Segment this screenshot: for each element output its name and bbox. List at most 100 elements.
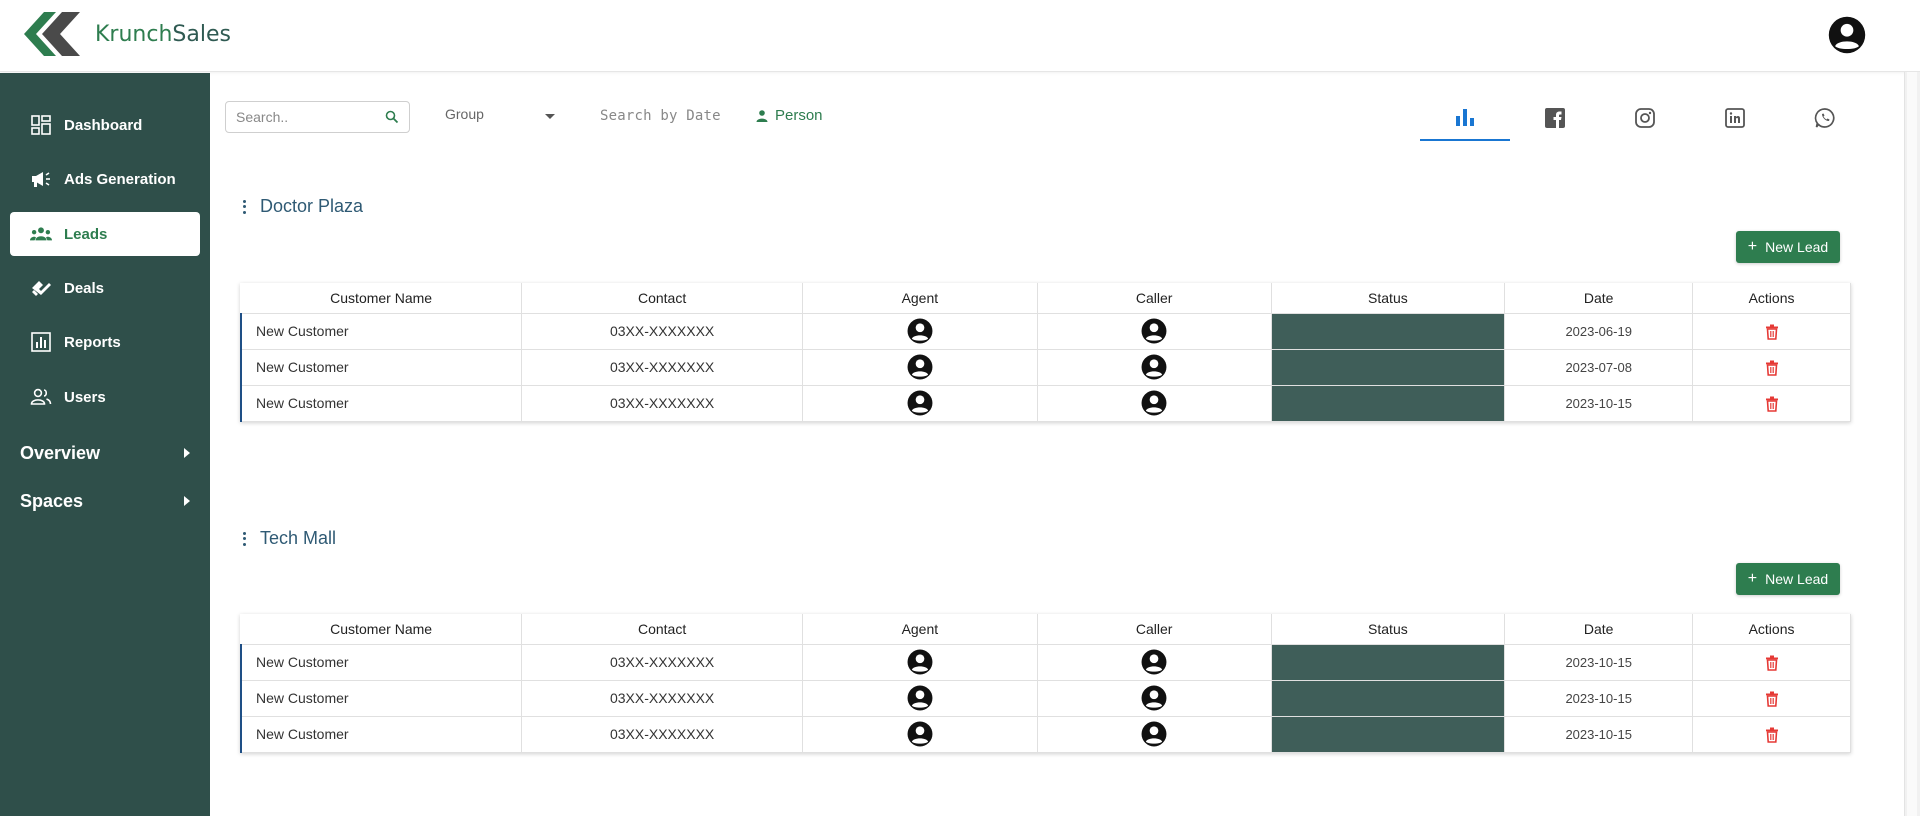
caller-avatar-icon[interactable] [1141, 685, 1167, 711]
agent-cell[interactable] [802, 349, 1038, 386]
customer-name-cell[interactable]: New Customer [240, 716, 523, 753]
table-row[interactable]: New Customer 03XX-XXXXXXX 2023-07-08 [240, 349, 1851, 386]
actions-cell [1692, 644, 1851, 681]
sidebar-item-deals[interactable]: Deals [10, 266, 200, 310]
agent-cell[interactable] [802, 313, 1038, 350]
page-scrollbar[interactable] [1904, 72, 1920, 816]
column-header: Customer Name [241, 614, 523, 645]
sidebar-item-dashboard[interactable]: Dashboard [10, 103, 200, 147]
sidebar-item-reports[interactable]: Reports [10, 320, 200, 364]
delete-icon[interactable] [1765, 324, 1779, 340]
delete-icon[interactable] [1765, 655, 1779, 671]
sidebar-group-label: Spaces [20, 490, 84, 511]
caller-cell[interactable] [1037, 349, 1272, 386]
status-cell[interactable] [1271, 716, 1506, 753]
date-cell[interactable]: 2023-10-15 [1504, 385, 1694, 422]
table-row[interactable]: New Customer 03XX-XXXXXXX 2023-10-15 [240, 680, 1851, 717]
sidebar-item-users[interactable]: Users [10, 375, 200, 419]
group-title[interactable]: Doctor Plaza [260, 196, 363, 217]
search-input[interactable] [236, 109, 376, 125]
column-header: Contact [521, 283, 803, 314]
agent-avatar-icon[interactable] [907, 649, 933, 675]
customer-name-cell[interactable]: New Customer [240, 385, 523, 422]
more-options-icon[interactable] [238, 199, 250, 215]
table-row[interactable]: New Customer 03XX-XXXXXXX 2023-06-19 [240, 313, 1851, 350]
delete-icon[interactable] [1765, 691, 1779, 707]
user-avatar-icon[interactable] [1828, 16, 1866, 54]
top-header: KrunchSales [0, 0, 1920, 72]
delete-icon[interactable] [1765, 727, 1779, 743]
date-cell[interactable]: 2023-10-15 [1504, 716, 1694, 753]
delete-icon[interactable] [1765, 360, 1779, 376]
krunchsales-logo[interactable] [22, 12, 82, 56]
tab-instagram[interactable] [1600, 95, 1690, 141]
customer-name-cell[interactable]: New Customer [240, 644, 523, 681]
customer-name-cell[interactable]: New Customer [240, 349, 523, 386]
tab-analytics[interactable] [1420, 95, 1510, 141]
agent-avatar-icon[interactable] [907, 354, 933, 380]
status-cell[interactable] [1271, 644, 1506, 681]
new-lead-button[interactable]: + New Lead [1736, 231, 1840, 263]
sidebar-group-spaces[interactable]: Spaces [20, 486, 190, 516]
caller-avatar-icon[interactable] [1141, 318, 1167, 344]
date-cell[interactable]: 2023-10-15 [1504, 680, 1694, 717]
contact-cell[interactable]: 03XX-XXXXXXX [521, 716, 803, 753]
sidebar-item-label: Reports [64, 333, 121, 351]
group-select[interactable]: Group [445, 106, 555, 128]
date-cell[interactable]: 2023-07-08 [1504, 349, 1694, 386]
group-title[interactable]: Tech Mall [260, 528, 336, 549]
customer-name-cell[interactable]: New Customer [240, 680, 523, 717]
caller-avatar-icon[interactable] [1141, 649, 1167, 675]
tab-linkedin[interactable] [1690, 95, 1780, 141]
agent-cell[interactable] [802, 716, 1038, 753]
contact-cell[interactable]: 03XX-XXXXXXX [521, 680, 803, 717]
status-cell[interactable] [1271, 680, 1506, 717]
status-cell[interactable] [1271, 349, 1506, 386]
caller-cell[interactable] [1037, 644, 1272, 681]
agent-cell[interactable] [802, 680, 1038, 717]
date-search-input[interactable]: Search by Date [600, 108, 721, 124]
search-icon[interactable] [385, 110, 399, 124]
contact-cell[interactable]: 03XX-XXXXXXX [521, 349, 803, 386]
date-cell[interactable]: 2023-10-15 [1504, 644, 1694, 681]
customer-name-cell[interactable]: New Customer [240, 313, 523, 350]
sidebar-group-overview[interactable]: Overview [20, 438, 190, 468]
table-row[interactable]: New Customer 03XX-XXXXXXX 2023-10-15 [240, 644, 1851, 681]
contact-cell[interactable]: 03XX-XXXXXXX [521, 313, 803, 350]
caller-cell[interactable] [1037, 313, 1272, 350]
sidebar-item-leads[interactable]: Leads [10, 212, 200, 256]
new-lead-button[interactable]: + New Lead [1736, 563, 1840, 595]
scrollbar-thumb[interactable] [1907, 72, 1917, 816]
person-filter-button[interactable]: Person [755, 107, 823, 124]
caller-avatar-icon[interactable] [1141, 354, 1167, 380]
caller-avatar-icon[interactable] [1141, 390, 1167, 416]
table-row[interactable]: New Customer 03XX-XXXXXXX 2023-10-15 [240, 385, 1851, 422]
agent-cell[interactable] [802, 644, 1038, 681]
caller-cell[interactable] [1037, 680, 1272, 717]
table-row[interactable]: New Customer 03XX-XXXXXXX 2023-10-15 [240, 716, 1851, 753]
actions-cell [1692, 716, 1851, 753]
table-header-row: Customer Name Contact Agent Caller Statu… [241, 283, 1851, 314]
agent-avatar-icon[interactable] [907, 721, 933, 747]
column-header: Customer Name [241, 283, 523, 314]
caller-cell[interactable] [1037, 716, 1272, 753]
tab-whatsapp[interactable] [1780, 95, 1870, 141]
agent-avatar-icon[interactable] [907, 390, 933, 416]
contact-cell[interactable]: 03XX-XXXXXXX [521, 644, 803, 681]
tab-facebook[interactable] [1510, 95, 1600, 141]
contact-cell[interactable]: 03XX-XXXXXXX [521, 385, 803, 422]
caller-avatar-icon[interactable] [1141, 721, 1167, 747]
date-cell[interactable]: 2023-06-19 [1504, 313, 1694, 350]
linkedin-icon [1725, 108, 1745, 128]
actions-cell [1692, 680, 1851, 717]
sidebar-item-ads-generation[interactable]: Ads Generation [10, 157, 200, 201]
more-options-icon[interactable] [238, 531, 250, 547]
status-cell[interactable] [1271, 385, 1506, 422]
status-cell[interactable] [1271, 313, 1506, 350]
agent-avatar-icon[interactable] [907, 685, 933, 711]
agent-avatar-icon[interactable] [907, 318, 933, 344]
delete-icon[interactable] [1765, 396, 1779, 412]
caller-cell[interactable] [1037, 385, 1272, 422]
agent-cell[interactable] [802, 385, 1038, 422]
brand-name[interactable]: KrunchSales [95, 22, 231, 47]
